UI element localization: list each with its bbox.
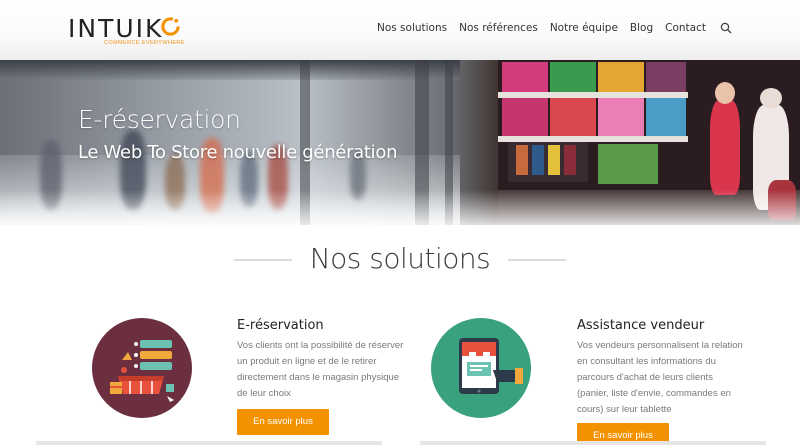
card-title: Assistance vendeur xyxy=(577,318,705,333)
hero-fade-overlay xyxy=(0,190,800,240)
hero-garment xyxy=(564,145,576,175)
tablet-store-illustration xyxy=(459,338,523,394)
hero-shelf xyxy=(498,92,688,98)
hero-shelf-cube xyxy=(502,96,548,136)
hero-subtitle: Le Web To Store nouvelle génération xyxy=(78,142,398,163)
card-description: Vos clients ont la possibilité de réserv… xyxy=(237,340,404,399)
shopping-basket-icon xyxy=(92,318,192,418)
hero-mannequin xyxy=(710,100,740,195)
hero-shelf-cube xyxy=(646,96,686,136)
hero-garment xyxy=(532,145,544,175)
nav-item-contact[interactable]: Contact xyxy=(665,22,706,34)
hero-shelf-cube xyxy=(646,62,686,92)
learn-more-button-ereservation[interactable]: En savoir plus xyxy=(237,409,329,435)
hero-shelf-cube xyxy=(598,62,644,92)
card-description: Vos vendeurs personnalisent la relation … xyxy=(577,340,743,415)
hero-title: E-réservation xyxy=(78,105,241,134)
heading-divider-right xyxy=(508,259,566,261)
section-title: Nos solutions xyxy=(309,242,491,275)
shopping-basket-illustration xyxy=(110,340,174,402)
main-nav: Nos solutions Nos références Notre équip… xyxy=(377,22,732,34)
hero-green-display xyxy=(598,144,658,184)
hero-shelf-cube xyxy=(598,96,644,136)
nav-item-blog[interactable]: Blog xyxy=(630,22,653,34)
search-icon[interactable] xyxy=(720,22,732,34)
hero-mannequin-head xyxy=(760,88,782,108)
hero-mannequin-head xyxy=(715,82,735,104)
section-heading: Nos solutions xyxy=(0,240,800,280)
hero-shelf-cube xyxy=(550,96,596,136)
nav-item-team[interactable]: Notre équipe xyxy=(550,22,618,34)
nav-item-references[interactable]: Nos références xyxy=(459,22,538,34)
hero-shelf-cube xyxy=(502,62,548,92)
hero-shelf xyxy=(498,136,688,142)
site-header: INTUIK COMMERCE EVERYWHERE Nos solutions… xyxy=(0,0,800,60)
logo-tagline: COMMERCE EVERYWHERE xyxy=(104,40,185,46)
hero-mall-ceiling xyxy=(0,60,460,80)
tablet-store-icon xyxy=(431,318,531,418)
card-bottom-rule xyxy=(420,441,766,445)
card-title: E-réservation xyxy=(237,318,324,333)
hero-garment xyxy=(516,145,528,175)
hero-garment xyxy=(548,145,560,175)
nav-item-solutions[interactable]: Nos solutions xyxy=(377,22,447,34)
card-bottom-rule xyxy=(36,441,382,445)
hero-shelf-cube xyxy=(550,62,596,92)
logo-wordmark: INTUIK xyxy=(68,14,164,43)
logo-o-icon xyxy=(161,17,180,36)
